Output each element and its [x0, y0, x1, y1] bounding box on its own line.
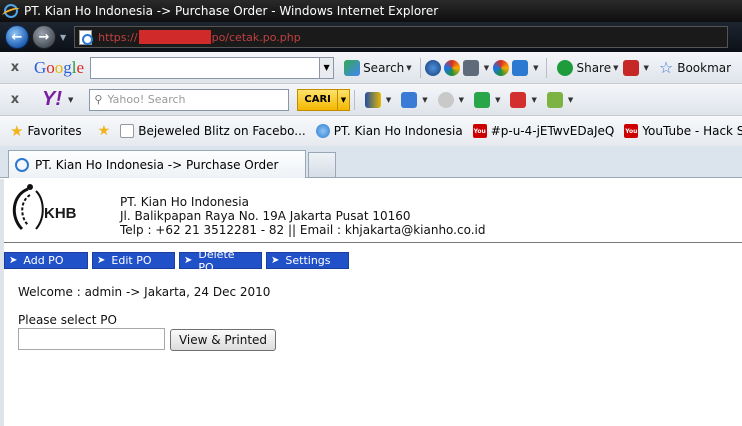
- ie-icon: [315, 124, 330, 138]
- add-button-icon[interactable]: [512, 59, 529, 76]
- yahoo-toolbar: x Y! ▼ ⚲ Yahoo! Search CARI ▼ ▼ ▼ ▼ ▼ ▼ …: [0, 84, 742, 116]
- redacted-url-block: [138, 30, 211, 44]
- yahoo-search-input[interactable]: ⚲ Yahoo! Search: [89, 88, 290, 111]
- shield-icon[interactable]: [364, 91, 381, 108]
- picasa-icon-2[interactable]: [493, 59, 510, 76]
- ie-icon: [15, 157, 29, 172]
- translate-icon[interactable]: [622, 59, 639, 76]
- favorites-bar: ★ Favorites ★ Bejeweled Blitz on Facebo.…: [0, 116, 742, 146]
- google-search-icon: [344, 59, 361, 76]
- google-search-input[interactable]: [90, 56, 321, 79]
- url-path: po/cetak.po.php: [211, 30, 301, 44]
- page-content: KHB PT. Kian Ho Indonesia Jl. Balikpapan…: [0, 179, 742, 426]
- url-prefix: https://: [98, 30, 138, 44]
- edit-po-button[interactable]: ➤ Edit PO: [92, 252, 175, 269]
- view-and-print-button[interactable]: View & Printed: [170, 329, 276, 351]
- cari-button[interactable]: CARI: [297, 88, 338, 111]
- bookmarks-button[interactable]: ☆ Bookmar: [659, 58, 731, 77]
- arrow-icon: ➤: [97, 255, 106, 266]
- add-app-icon[interactable]: [546, 91, 563, 108]
- youtube-icon: You: [624, 124, 639, 138]
- google-search-dropdown[interactable]: ▼: [320, 56, 335, 79]
- yahoo-logo[interactable]: Y!: [42, 88, 62, 111]
- company-info: PT. Kian Ho Indonesia Jl. Balikpapan Ray…: [120, 195, 485, 237]
- google-toolbar: x Google ▼ Search ▼ ▼ ▼ Share ▼ ▼ ☆ Bookma…: [0, 52, 742, 84]
- yahoo-menu-dropdown[interactable]: ▼: [68, 96, 73, 104]
- navigation-bar: ← → ▼ https:// po/cetak.po.php: [0, 22, 742, 52]
- delete-po-button[interactable]: ➤ Delete PO: [179, 248, 262, 274]
- mail-icon[interactable]: [401, 91, 418, 108]
- select-po-label: Please select PO: [18, 313, 117, 327]
- youtube-icon: You: [472, 124, 487, 138]
- search-icon: ⚲: [94, 93, 103, 106]
- arrow-icon: ➤: [9, 255, 18, 266]
- favorites-button[interactable]: Favorites: [27, 124, 81, 138]
- toolbar-separator: [419, 57, 421, 78]
- page-icon: [79, 29, 94, 45]
- share-icon: [557, 59, 574, 76]
- flickr-icon[interactable]: [474, 91, 491, 108]
- company-contact: Telp : +62 21 3512281 - 82 || Email : kh…: [120, 223, 486, 237]
- favorite-item-youtube-1[interactable]: You #p-u-4-jETwvEDaJeQ: [472, 124, 614, 138]
- favorites-star-icon: ★: [10, 122, 24, 140]
- share-button[interactable]: Share ▼: [557, 59, 622, 76]
- add-favorite-icon[interactable]: ★: [98, 123, 111, 139]
- google-search-button[interactable]: Search ▼: [344, 59, 416, 76]
- close-toolbar-button[interactable]: x: [4, 92, 26, 107]
- arrow-icon: ➤: [184, 255, 193, 266]
- header-divider: [4, 242, 742, 243]
- favorite-item-bejeweled[interactable]: Bejeweled Blitz on Facebo...: [120, 124, 306, 138]
- new-tab-button[interactable]: [308, 152, 336, 177]
- company-logo-text: KHB: [44, 205, 77, 222]
- history-dropdown-icon[interactable]: ▼: [60, 33, 66, 42]
- bookmark-star-icon: ☆: [658, 58, 674, 77]
- messenger-icon[interactable]: [437, 91, 454, 108]
- page-tools-icon[interactable]: [462, 59, 479, 76]
- internet-explorer-icon: [4, 4, 18, 18]
- back-button[interactable]: ←: [5, 25, 29, 49]
- welcome-text: Welcome : admin -> Jakarta, 24 Dec 2010: [18, 285, 271, 299]
- google-logo: Google: [34, 57, 85, 77]
- toolbar-separator: [546, 57, 548, 78]
- po-number-input[interactable]: [18, 328, 165, 350]
- company-header: KHB PT. Kian Ho Indonesia Jl. Balikpapan…: [4, 179, 742, 241]
- favorite-item-youtube-2[interactable]: You YouTube - Hack Shutdow...: [624, 124, 742, 138]
- settings-button[interactable]: ➤ Settings: [266, 252, 349, 269]
- tab-purchase-order[interactable]: PT. Kian Ho Indonesia -> Purchase Order: [8, 150, 306, 178]
- forward-button[interactable]: →: [32, 25, 56, 49]
- company-name: PT. Kian Ho Indonesia: [120, 195, 249, 209]
- cari-dropdown[interactable]: ▼: [337, 88, 350, 111]
- games-dice-icon[interactable]: [510, 91, 527, 108]
- picasa-icon[interactable]: [443, 59, 460, 76]
- tab-bar: PT. Kian Ho Indonesia -> Purchase Order: [0, 146, 742, 178]
- arrow-icon: ➤: [271, 255, 280, 266]
- window-title: PT. Kian Ho Indonesia -> Purchase Order …: [24, 4, 439, 18]
- window-title-bar: PT. Kian Ho Indonesia -> Purchase Order …: [0, 0, 742, 22]
- toolbar-separator: [353, 89, 355, 110]
- address-bar[interactable]: https:// po/cetak.po.php: [74, 26, 729, 48]
- close-toolbar-button[interactable]: x: [4, 60, 26, 75]
- add-po-button[interactable]: ➤ Add PO: [4, 252, 88, 269]
- page-icon: [120, 124, 135, 138]
- company-address: Jl. Balikpapan Raya No. 19A Jakarta Pusa…: [120, 209, 411, 223]
- po-menu: ➤ Add PO ➤ Edit PO ➤ Delete PO ➤ Settings: [4, 248, 353, 274]
- favorite-item-kianho[interactable]: PT. Kian Ho Indonesia: [315, 124, 463, 138]
- globe-icon[interactable]: [424, 59, 441, 76]
